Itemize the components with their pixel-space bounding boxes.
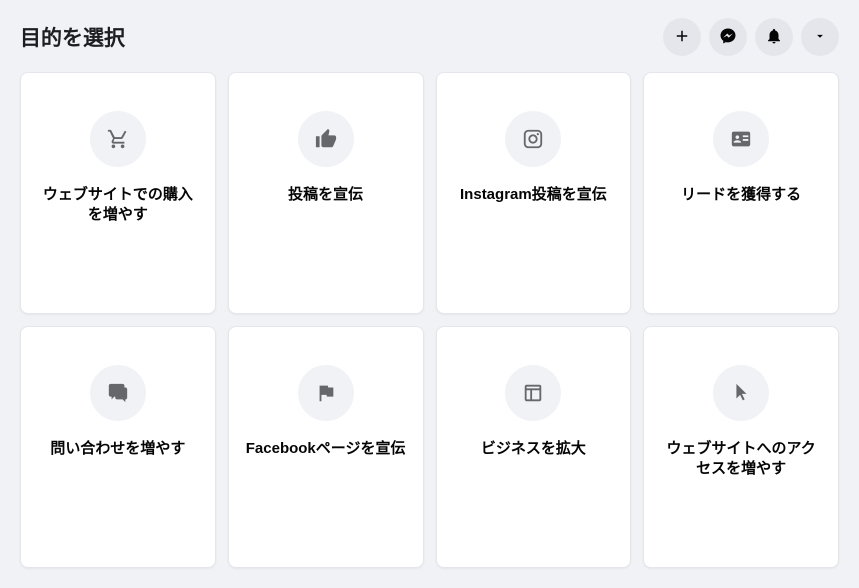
objective-card-instagram-post[interactable]: Instagram投稿を宣伝 <box>436 72 632 314</box>
objective-label: ウェブサイトへのアクセスを増やす <box>661 439 821 480</box>
objective-label: 投稿を宣伝 <box>288 185 363 205</box>
objective-label: Facebookページを宣伝 <box>246 439 406 459</box>
objective-card-website-visitors[interactable]: ウェブサイトへのアクセスを増やす <box>643 326 839 568</box>
chat-icon <box>90 365 146 421</box>
objective-label: リードを獲得する <box>681 185 801 205</box>
id-card-icon <box>713 111 769 167</box>
layout-icon <box>505 365 561 421</box>
instagram-icon <box>505 111 561 167</box>
account-menu-button[interactable] <box>801 18 839 56</box>
notifications-button[interactable] <box>755 18 793 56</box>
bell-icon <box>765 27 783 48</box>
messenger-icon <box>719 27 737 48</box>
objective-card-get-messages[interactable]: 問い合わせを増やす <box>20 326 216 568</box>
create-button[interactable] <box>663 18 701 56</box>
flag-icon <box>298 365 354 421</box>
cart-icon <box>90 111 146 167</box>
objective-card-promote-page[interactable]: Facebookページを宣伝 <box>228 326 424 568</box>
objectives-grid: ウェブサイトでの購入を増やす 投稿を宣伝 Instagram投稿を宣伝 リードを… <box>20 72 839 568</box>
objective-label: ビジネスを拡大 <box>481 439 586 459</box>
thumbs-up-icon <box>298 111 354 167</box>
objective-label: ウェブサイトでの購入を増やす <box>38 185 198 226</box>
plus-icon <box>673 27 691 48</box>
objective-card-boost-post[interactable]: 投稿を宣伝 <box>228 72 424 314</box>
objective-card-grow-business[interactable]: ビジネスを拡大 <box>436 326 632 568</box>
messenger-button[interactable] <box>709 18 747 56</box>
cursor-icon <box>713 365 769 421</box>
page-title: 目的を選択 <box>20 22 125 52</box>
header-actions <box>663 18 839 56</box>
objective-label: 問い合わせを増やす <box>50 439 185 459</box>
objective-card-get-leads[interactable]: リードを獲得する <box>643 72 839 314</box>
objective-label: Instagram投稿を宣伝 <box>460 185 607 205</box>
caret-down-icon <box>813 29 827 46</box>
header: 目的を選択 <box>20 0 839 72</box>
objective-card-website-purchases[interactable]: ウェブサイトでの購入を増やす <box>20 72 216 314</box>
